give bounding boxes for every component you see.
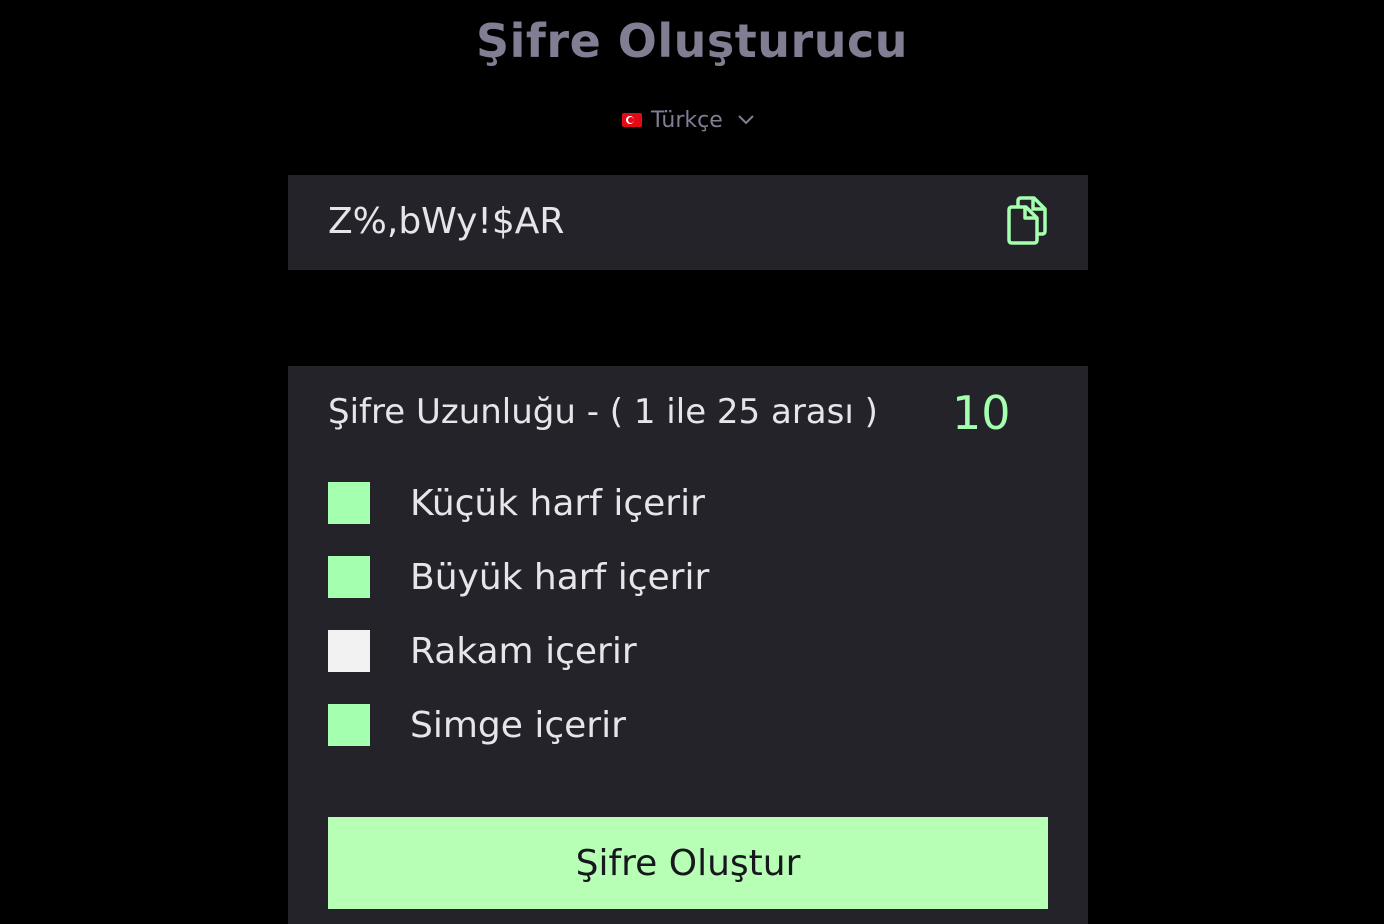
language-selector[interactable]: Türkçe — [622, 104, 755, 136]
length-value: 10 — [952, 386, 1011, 440]
length-label: Şifre Uzunluğu - ( 1 ile 25 arası ) — [328, 392, 878, 432]
settings-panel: Şifre Uzunluğu - ( 1 ile 25 arası ) 10 K… — [288, 366, 1088, 924]
page-title: Şifre Oluşturucu — [476, 14, 908, 68]
option-symbols[interactable]: Simge içerir — [328, 703, 626, 747]
lowercase-checkbox[interactable] — [328, 482, 370, 524]
numbers-checkbox[interactable] — [328, 630, 370, 672]
generate-button[interactable]: Şifre Oluştur — [328, 817, 1048, 909]
turkey-flag-icon — [622, 113, 642, 127]
option-label: Rakam içerir — [410, 630, 637, 672]
generated-password: Z%,bWy!$AR — [328, 201, 565, 242]
option-label: Büyük harf içerir — [410, 556, 710, 598]
option-label: Simge içerir — [410, 704, 626, 746]
chevron-down-icon — [738, 115, 754, 125]
uppercase-checkbox[interactable] — [328, 556, 370, 598]
symbols-checkbox[interactable] — [328, 704, 370, 746]
option-numbers[interactable]: Rakam içerir — [328, 629, 637, 673]
copy-icon[interactable] — [1004, 195, 1050, 245]
password-output: Z%,bWy!$AR — [288, 175, 1088, 270]
option-lowercase[interactable]: Küçük harf içerir — [328, 481, 705, 525]
option-uppercase[interactable]: Büyük harf içerir — [328, 555, 709, 599]
option-label: Küçük harf içerir — [410, 482, 705, 524]
password-generator-page: Şifre Oluşturucu Türkçe Z%,bWy!$AR Şifre… — [0, 0, 1384, 924]
language-label: Türkçe — [651, 107, 723, 133]
